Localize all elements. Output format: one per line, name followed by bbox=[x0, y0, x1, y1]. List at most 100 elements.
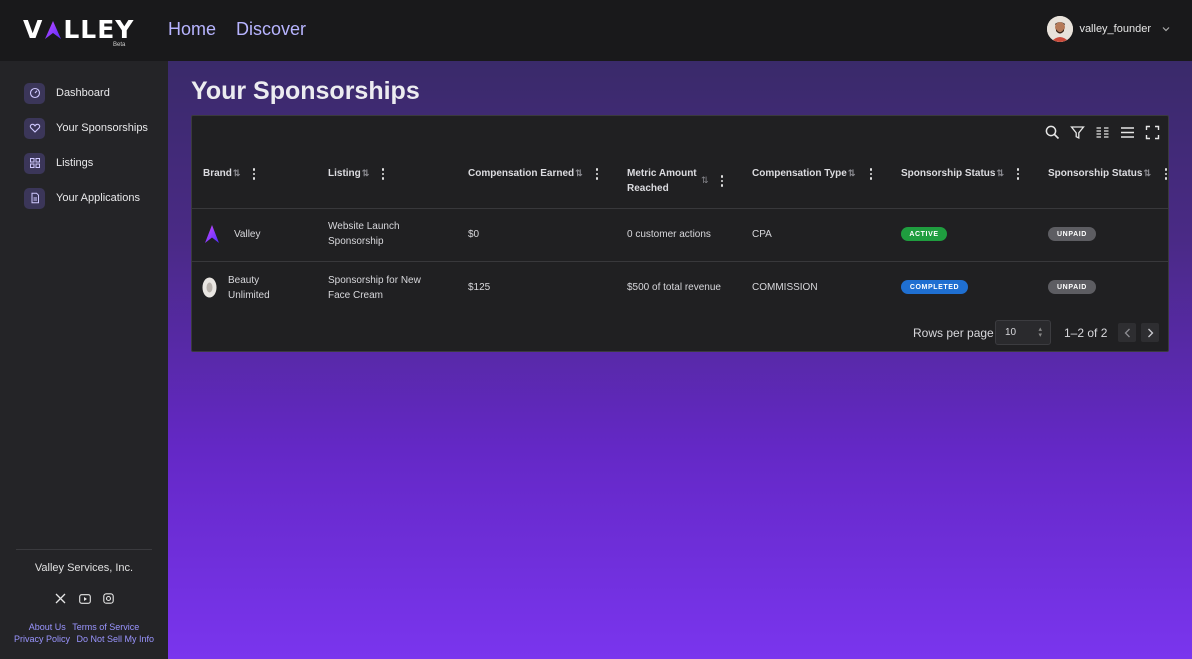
sidebar-divider bbox=[16, 549, 152, 550]
youtube-icon[interactable] bbox=[78, 592, 91, 605]
beta-badge: Beta bbox=[113, 42, 126, 48]
username: valley_founder bbox=[1079, 23, 1151, 35]
search-icon[interactable] bbox=[1045, 125, 1060, 140]
column-header-label: Listing bbox=[328, 168, 361, 179]
brand-name: Unlimited bbox=[228, 290, 270, 301]
table-toolbar bbox=[1045, 125, 1160, 140]
sort-icon[interactable]: ⇅ bbox=[848, 166, 856, 181]
listing-name: Sponsorship bbox=[328, 236, 384, 247]
brand-name: Valley bbox=[234, 229, 261, 240]
compensation-earned: $125 bbox=[468, 282, 491, 293]
company-name: Valley Services, Inc. bbox=[34, 562, 134, 574]
column-header-sponsorship-status-2[interactable]: Sponsorship Status ⇅ bbox=[1048, 166, 1151, 181]
listing-name: Website Launch bbox=[328, 221, 400, 232]
filter-icon[interactable] bbox=[1070, 125, 1085, 140]
column-header-compensation-earned[interactable]: Compensation Earned ⇅ bbox=[468, 166, 583, 181]
rows-per-page-select[interactable]: 10 ▴ ▾ bbox=[995, 320, 1051, 345]
column-header-label: Sponsorship Status bbox=[901, 168, 996, 179]
column-header-label: Compensation Earned bbox=[468, 168, 575, 179]
column-header-metric-amount-reached[interactable]: Metric Amount Reached bbox=[627, 166, 697, 196]
nav-home-link[interactable]: Home bbox=[168, 19, 216, 39]
sidebar-item-label: Your Sponsorships bbox=[56, 122, 148, 134]
sidebar-item-label: Listings bbox=[56, 157, 94, 169]
column-menu-icon[interactable] bbox=[249, 167, 259, 181]
column-header-compensation-type[interactable]: Compensation Type ⇅ bbox=[752, 166, 855, 181]
grid-icon bbox=[24, 152, 45, 174]
sidebar-item-dashboard[interactable]: Dashboard bbox=[24, 82, 110, 104]
sort-icon[interactable]: ⇅ bbox=[1143, 166, 1151, 181]
compensation-type: CPA bbox=[752, 229, 772, 240]
heart-icon bbox=[24, 117, 45, 139]
user-menu[interactable]: valley_founder bbox=[1047, 16, 1172, 42]
chevron-down-icon bbox=[1160, 23, 1172, 35]
chevron-left-icon bbox=[1124, 328, 1130, 337]
metric-amount: $500 of total revenue bbox=[627, 282, 721, 293]
payment-badge: UNPAID bbox=[1048, 227, 1096, 241]
pagination-range: 1–2 of 2 bbox=[1064, 326, 1108, 340]
status-badge: ACTIVE bbox=[901, 227, 947, 241]
valley-brand-icon bbox=[205, 225, 219, 243]
rows-per-page-label: Rows per page bbox=[913, 326, 994, 340]
compensation-type: COMMISSION bbox=[752, 282, 818, 293]
column-menu-icon[interactable] bbox=[1161, 167, 1168, 181]
column-menu-icon[interactable] bbox=[1013, 167, 1023, 181]
privacy-policy-link[interactable]: Privacy Policy bbox=[14, 634, 70, 644]
sidebar-item-your-sponsorships[interactable]: Your Sponsorships bbox=[24, 117, 148, 139]
status-badge: COMPLETED bbox=[901, 280, 968, 294]
next-page-button[interactable] bbox=[1141, 323, 1159, 342]
logo-mark-icon bbox=[45, 21, 62, 39]
sort-icon[interactable]: ⇅ bbox=[575, 166, 583, 181]
footer-links-row: Privacy Policy Do Not Sell My Info bbox=[0, 634, 168, 644]
column-menu-icon[interactable] bbox=[866, 167, 876, 181]
main-content: Your Sponsorships Brand ⇅ Listing ⇅ Comp… bbox=[168, 61, 1192, 659]
x-icon[interactable] bbox=[54, 592, 67, 605]
sidebar-item-listings[interactable]: Listings bbox=[24, 152, 93, 174]
payment-badge: UNPAID bbox=[1048, 280, 1096, 294]
sidebar-item-your-applications[interactable]: Your Applications bbox=[24, 187, 140, 209]
do-not-sell-link[interactable]: Do Not Sell My Info bbox=[77, 634, 155, 644]
brand-name: Beauty bbox=[228, 275, 260, 286]
logo-text-right: LLEY bbox=[63, 15, 135, 44]
row-divider bbox=[192, 261, 1168, 262]
listing-name: Face Cream bbox=[328, 290, 384, 301]
row-divider bbox=[192, 208, 1168, 209]
column-header-label: Sponsorship Status bbox=[1048, 168, 1143, 179]
previous-page-button[interactable] bbox=[1118, 323, 1136, 342]
instagram-icon[interactable] bbox=[102, 592, 115, 605]
column-menu-icon[interactable] bbox=[378, 167, 388, 181]
sort-icon[interactable]: ⇅ bbox=[701, 175, 709, 186]
column-header-sponsorship-status[interactable]: Sponsorship Status ⇅ bbox=[901, 166, 1004, 181]
top-bar: V LLEY Beta Home Discover valley_founder bbox=[0, 0, 1192, 61]
social-links bbox=[54, 592, 115, 605]
rows-per-page-value: 10 bbox=[1005, 327, 1017, 338]
metric-amount: 0 customer actions bbox=[627, 229, 711, 240]
sort-icon[interactable]: ⇅ bbox=[362, 166, 370, 181]
terms-of-service-link[interactable]: Terms of Service bbox=[72, 622, 139, 632]
sort-icon[interactable]: ⇅ bbox=[233, 166, 241, 181]
select-arrows-icon: ▴ ▾ bbox=[1038, 326, 1042, 339]
beauty-unlimited-brand-icon bbox=[202, 277, 217, 298]
nav-discover-link[interactable]: Discover bbox=[236, 19, 306, 39]
page-title: Your Sponsorships bbox=[191, 77, 420, 105]
column-header-label: Brand bbox=[203, 168, 232, 179]
density-icon[interactable] bbox=[1120, 125, 1135, 140]
footer-links-row: About Us Terms of Service bbox=[0, 622, 168, 632]
sidebar: Dashboard Your Sponsorships Listings You… bbox=[0, 61, 168, 659]
chevron-right-icon bbox=[1147, 328, 1153, 337]
document-icon bbox=[24, 187, 45, 209]
column-header-listing[interactable]: Listing ⇅ bbox=[328, 166, 369, 181]
sponsorships-table: Brand ⇅ Listing ⇅ Compensation Earned ⇅ Met… bbox=[191, 115, 1169, 352]
sort-icon[interactable]: ⇅ bbox=[996, 166, 1004, 181]
listing-name: Sponsorship for New bbox=[328, 275, 421, 286]
fullscreen-icon[interactable] bbox=[1145, 125, 1160, 140]
column-header-brand[interactable]: Brand ⇅ bbox=[203, 166, 240, 181]
about-us-link[interactable]: About Us bbox=[29, 622, 66, 632]
column-menu-icon[interactable] bbox=[592, 167, 602, 181]
columns-icon[interactable] bbox=[1095, 125, 1110, 140]
dashboard-icon bbox=[24, 82, 45, 104]
column-header-label: Compensation Type bbox=[752, 168, 847, 179]
column-header-label: Metric Amount bbox=[627, 168, 697, 179]
valley-logo[interactable]: V LLEY Beta bbox=[23, 15, 135, 49]
column-menu-icon[interactable] bbox=[717, 174, 727, 188]
compensation-earned: $0 bbox=[468, 229, 480, 240]
